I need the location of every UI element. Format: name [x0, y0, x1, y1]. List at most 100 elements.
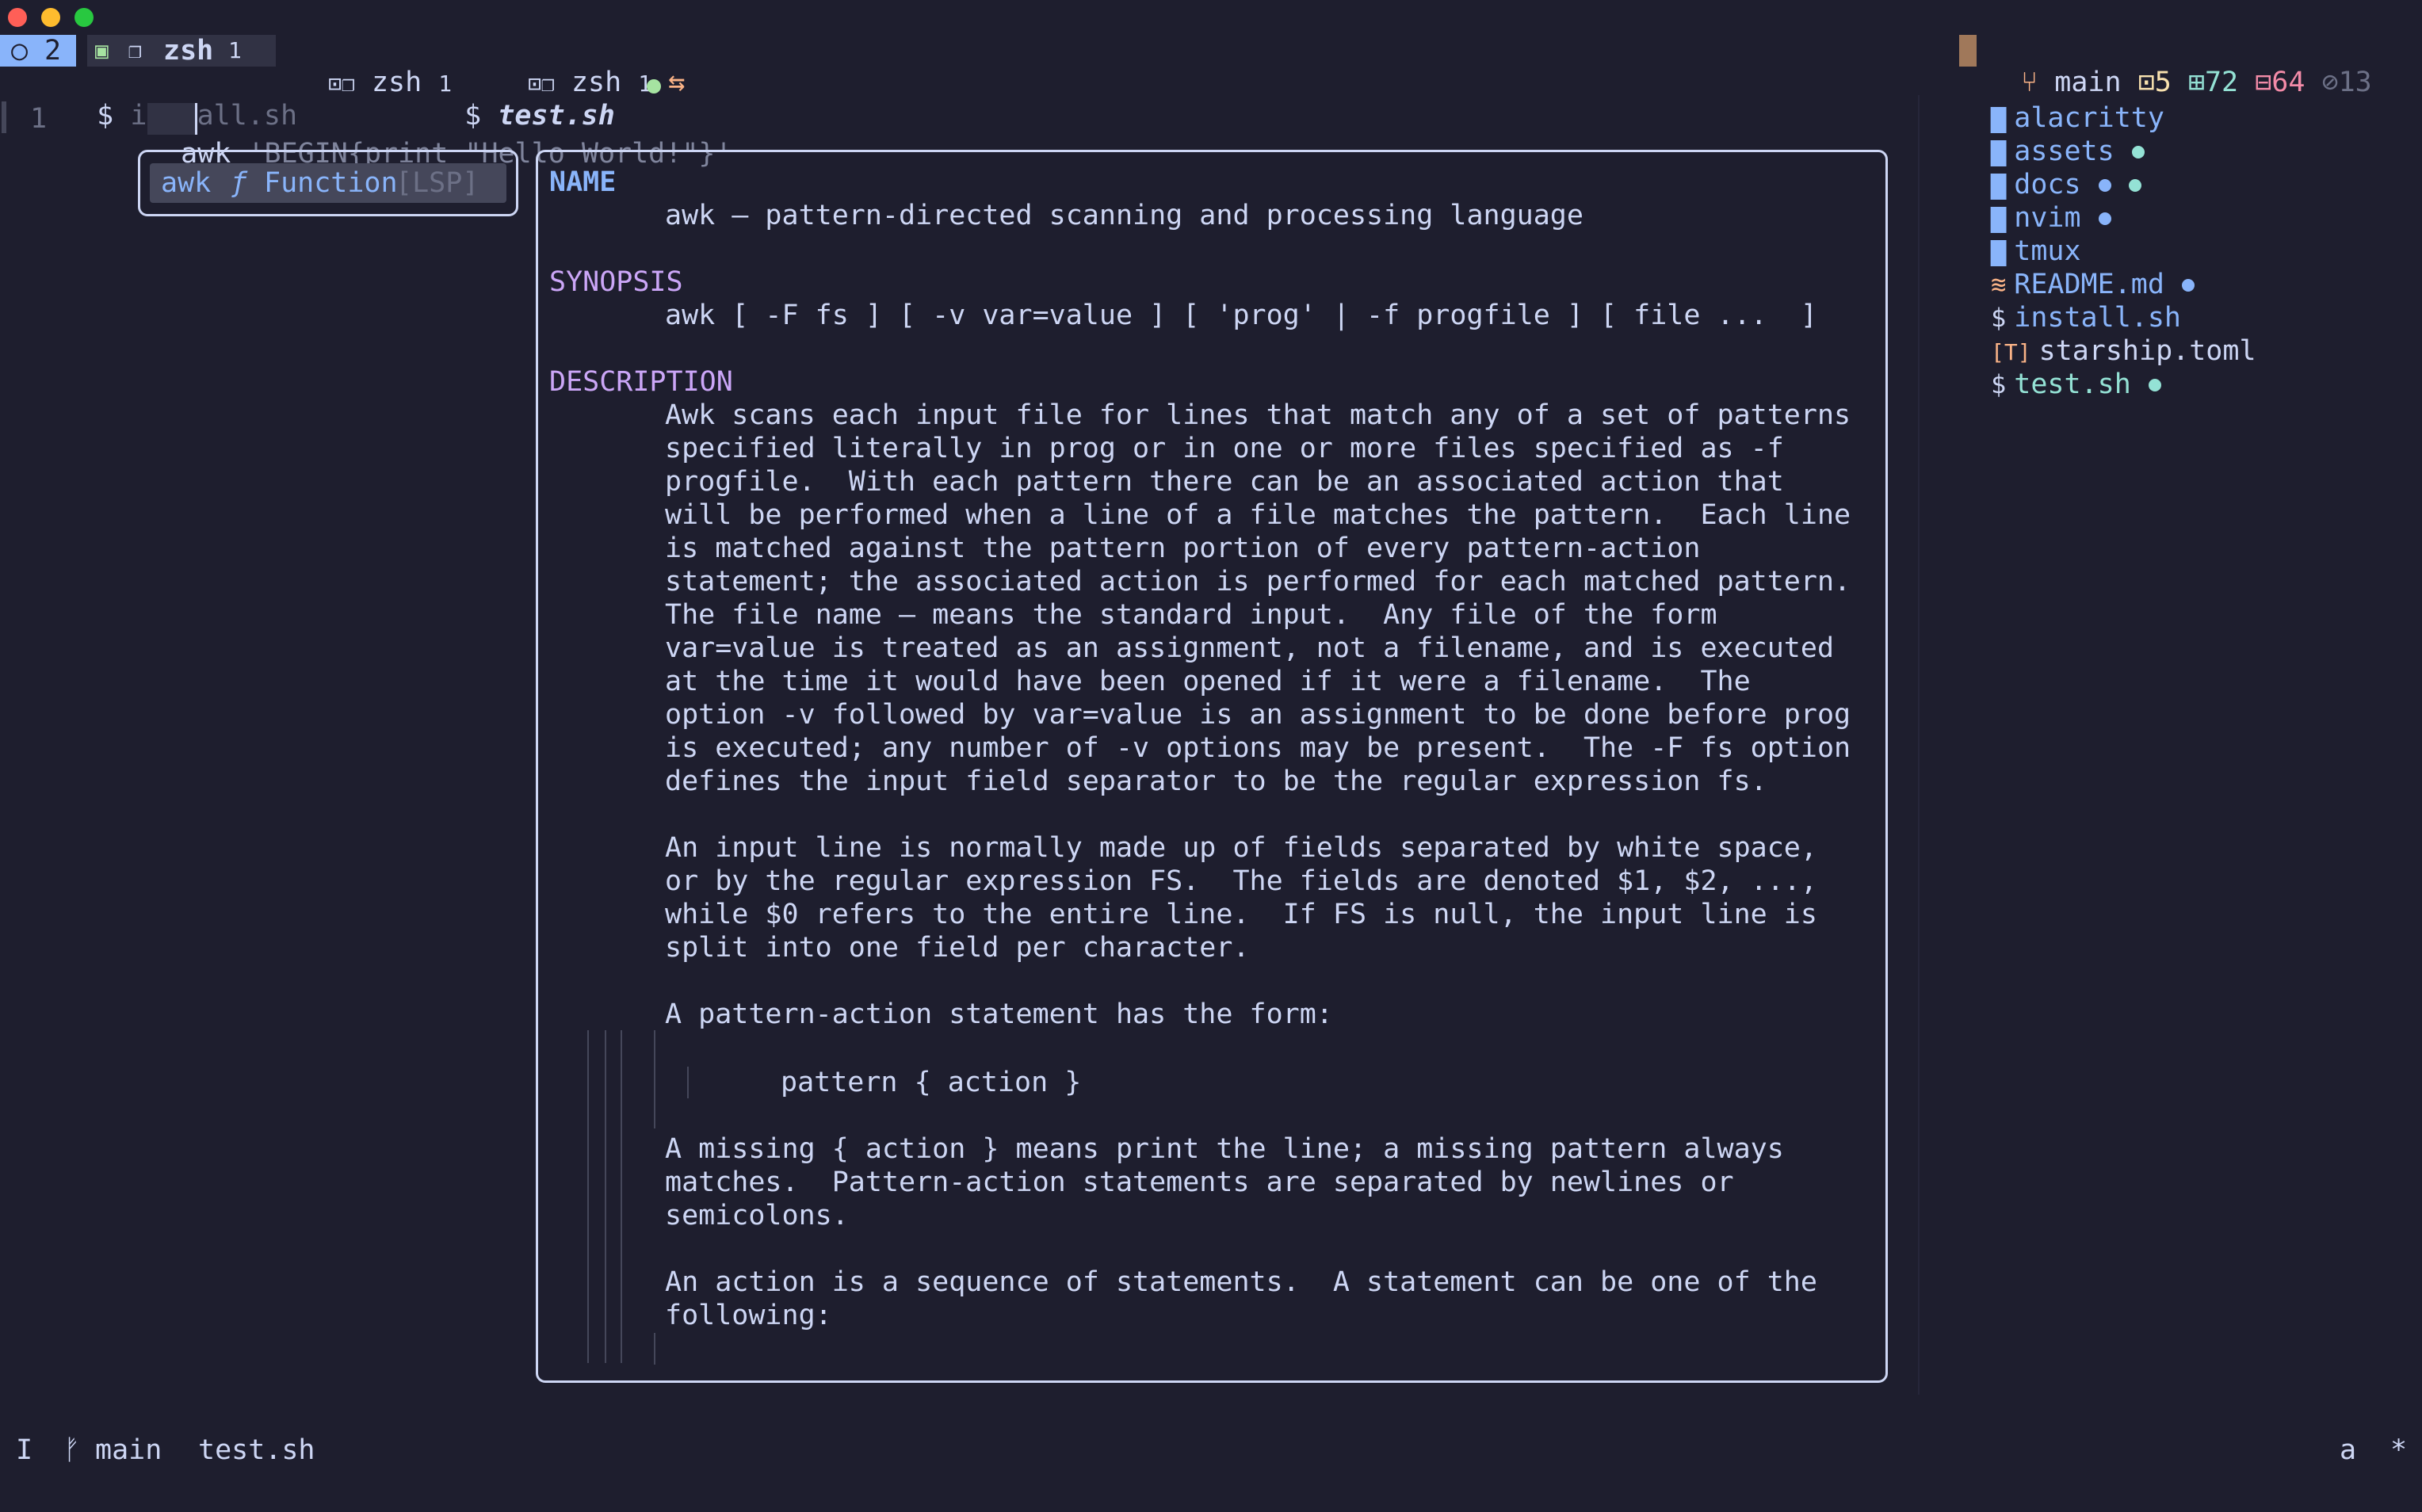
window-number-icon: ❐	[128, 37, 142, 63]
file-tree-label: alacritty	[2014, 102, 2164, 134]
staged-icon: ⊡	[2137, 67, 2155, 98]
modified-indicator	[647, 79, 661, 94]
git-status-dot	[2148, 379, 2161, 391]
file-tree-label: test.sh	[2014, 368, 2131, 400]
quote-bar	[605, 1030, 606, 1363]
session-icon: ○	[11, 35, 29, 67]
quote-bar	[687, 1067, 689, 1098]
git-modified-count: 13	[2338, 67, 2372, 98]
toml-icon: [T]	[1991, 339, 2031, 365]
markdown-icon: ≋	[1991, 269, 2007, 300]
completion-menu: awk ƒ Function [LSP]	[138, 150, 518, 216]
doc-code-line: pattern { action }	[781, 1067, 1082, 1098]
tab-window-1[interactable]: ▣ ❐ zsh 1	[87, 35, 276, 67]
git-branch-icon: ᚠ	[63, 1434, 81, 1466]
git-status: ⑂ main ⊡5 ⊞72 ⊟64 ⊘13	[1988, 35, 2372, 98]
tab-title: zsh	[371, 67, 422, 98]
folder-icon: ▇	[1991, 236, 2007, 266]
statusline-branch: main	[95, 1434, 162, 1466]
doc-text-line: is matched against the pattern portion o…	[665, 533, 1701, 564]
git-staged-count: 5	[2154, 67, 2172, 98]
folder-icon: ▇	[1991, 203, 2007, 233]
zoom-window-button[interactable]	[74, 8, 94, 27]
doc-text-line: A missing { action } means print the lin…	[665, 1133, 1784, 1165]
removed-icon: ⊟	[2255, 67, 2272, 98]
status-accent-bar	[1959, 35, 1977, 67]
statusline-filename: test.sh	[198, 1434, 315, 1466]
git-sign	[2, 101, 6, 133]
file-tree-item[interactable]: ▇ docs	[1991, 168, 2141, 201]
git-status-dot	[2131, 146, 2145, 158]
completion-source: [LSP]	[395, 167, 479, 199]
statusline-register: a	[2340, 1434, 2357, 1466]
file-tree-item[interactable]: ▇ nvim	[1991, 201, 2111, 235]
git-status-dot	[2128, 179, 2141, 192]
terminal-icon: ▣	[95, 37, 109, 63]
doc-text-line: semicolons.	[665, 1200, 849, 1231]
file-tree-item[interactable]: ▇ tmux	[1991, 235, 2081, 268]
shell-icon: $	[1991, 303, 2007, 333]
git-branch-icon: ⑂	[2021, 67, 2038, 98]
file-tree-item[interactable]: $ install.sh	[1991, 301, 2181, 334]
session-count: 2	[44, 35, 62, 67]
quote-bar	[654, 1333, 655, 1365]
modified-icon: ⊘	[2321, 67, 2339, 98]
completion-item[interactable]: awk ƒ Function [LSP]	[150, 163, 506, 203]
statusline: I ᚠ main test.sh a *	[0, 1433, 2422, 1468]
git-removed-count: 64	[2271, 67, 2305, 98]
file-tree-item[interactable]: [T] starship.toml	[1991, 334, 2256, 369]
doc-heading-name: NAME	[549, 166, 617, 198]
file-tree-item[interactable]: $ test.sh	[1991, 368, 2161, 401]
shell-icon: $	[97, 100, 114, 132]
pane-count: 1	[228, 37, 242, 63]
doc-text-line: An input line is normally made up of fie…	[665, 832, 1817, 864]
file-tree-label: install.sh	[2014, 302, 2181, 334]
close-window-button[interactable]	[8, 8, 27, 27]
file-tree-label: docs	[2014, 169, 2081, 200]
folder-icon: ▇	[1991, 136, 2007, 166]
file-tree-label: starship.toml	[2038, 335, 2256, 367]
doc-text-line: while $0 refers to the entire line. If F…	[665, 899, 1817, 930]
folder-icon: ▇	[1991, 103, 2007, 133]
added-icon: ⊞	[2187, 67, 2205, 98]
doc-text-line: following:	[665, 1300, 832, 1331]
quote-bar	[654, 1030, 655, 1128]
doc-text-line: matches. Pattern-action statements are s…	[665, 1166, 1734, 1198]
file-tree-item[interactable]: ≋ README.md	[1991, 268, 2195, 301]
file-tree-item[interactable]: ▇ assets	[1991, 135, 2145, 168]
doc-text-line: is executed; any number of -v options ma…	[665, 732, 1851, 764]
doc-text-line: at the time it would have been opened if…	[665, 666, 1751, 697]
git-branch: main	[2054, 67, 2122, 98]
split-separator	[1918, 95, 1920, 1395]
doc-text-line: var=value is treated as an assignment, n…	[665, 632, 1835, 664]
file-tree-item[interactable]: ▇ alacritty	[1991, 101, 2164, 135]
doc-text-line: or by the regular expression FS. The fie…	[665, 865, 1817, 897]
documentation-popup[interactable]: NAME awk – pattern-directed scanning and…	[536, 150, 1888, 1383]
completion-kind: Function	[264, 167, 398, 199]
doc-heading-synopsis: SYNOPSIS	[549, 266, 683, 298]
doc-text-line: split into one field per character.	[665, 932, 1250, 964]
file-tree-label: nvim	[2014, 202, 2081, 234]
terminal-icon: ⊡	[328, 71, 342, 97]
git-added-count: 72	[2204, 67, 2239, 98]
doc-text-line: An action is a sequence of statements. A…	[665, 1266, 1817, 1298]
git-status-dot	[2098, 212, 2111, 225]
tab-window-2[interactable]: ⊡❐ zsh 1	[295, 35, 452, 100]
function-icon: ƒ	[231, 167, 248, 199]
doc-synopsis-body: awk [ -F fs ] [ -v var=value ] [ 'prog' …	[665, 300, 1817, 331]
folder-icon: ▇	[1991, 170, 2007, 200]
window-number-icon: ❐	[342, 71, 355, 97]
doc-text-line: A pattern-action statement has the form:	[665, 998, 1333, 1030]
file-tree-label: assets	[2014, 136, 2114, 167]
tab-title: zsh	[163, 35, 214, 67]
doc-text-line: defines the input field separator to be …	[665, 766, 1767, 797]
doc-text-line: The file name – means the standard input…	[665, 599, 1717, 631]
doc-heading-description: DESCRIPTION	[549, 366, 733, 398]
doc-text-line: specified literally in prog or in one or…	[665, 433, 1784, 464]
git-status-dot	[2098, 179, 2111, 192]
minimize-window-button[interactable]	[41, 8, 60, 27]
completion-label: awk	[161, 167, 212, 199]
statusline-flag: *	[2390, 1434, 2408, 1466]
quote-bar	[587, 1030, 589, 1363]
doc-text-line: progfile. With each pattern there can be…	[665, 466, 1784, 498]
